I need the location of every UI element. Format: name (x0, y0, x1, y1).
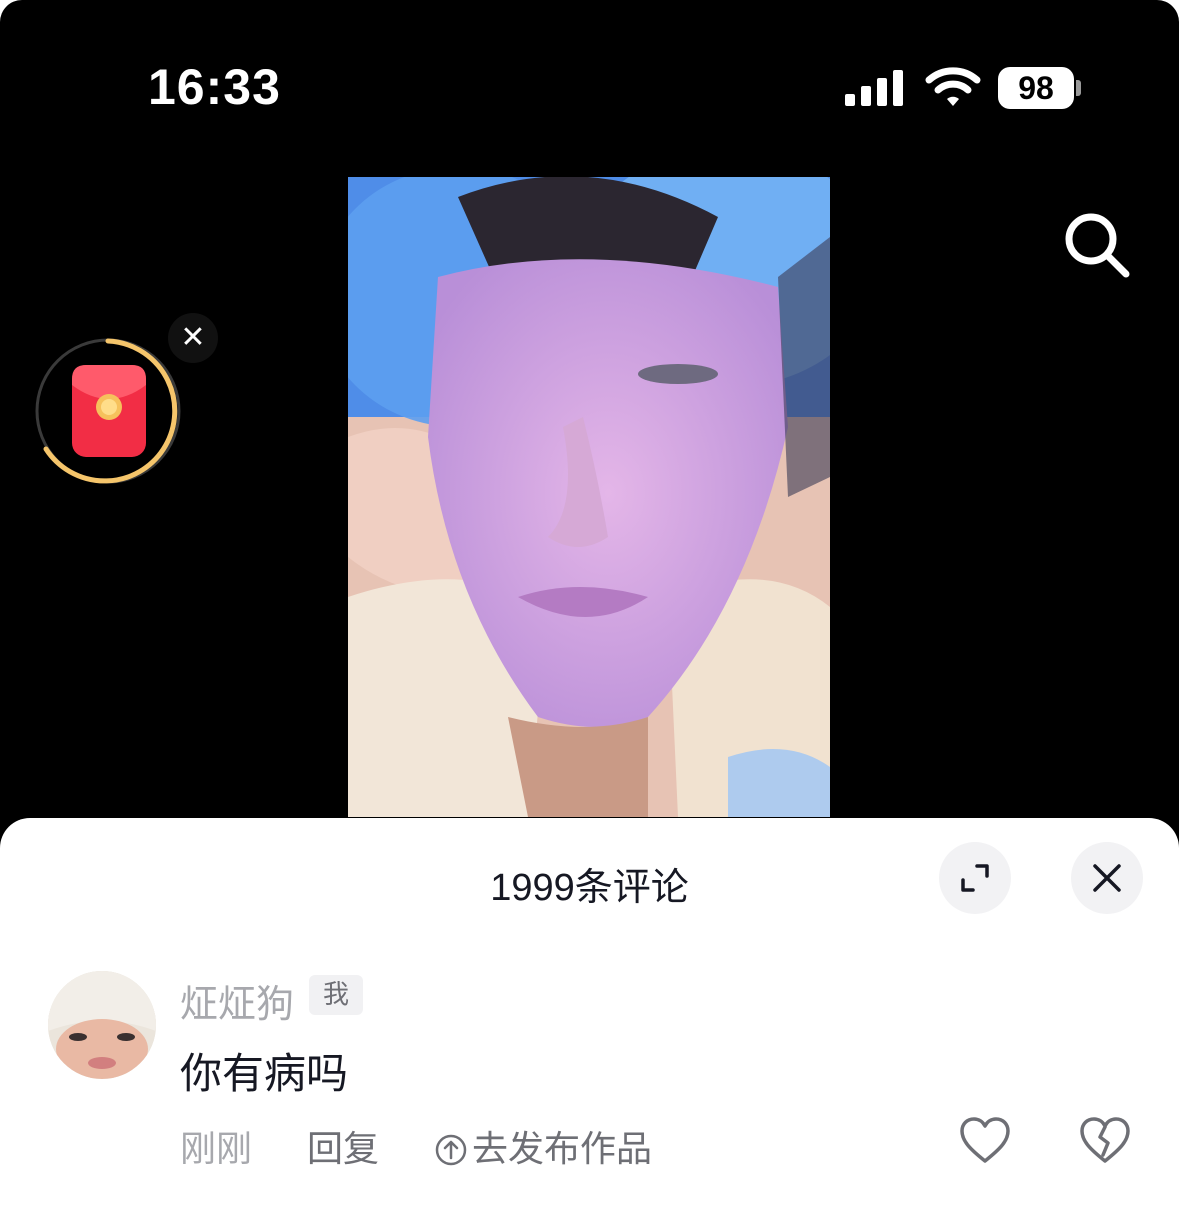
heart-icon[interactable] (958, 1115, 1012, 1165)
comment-username[interactable]: 炡炡狗 (180, 973, 294, 1028)
close-icon (1093, 864, 1121, 892)
reply-button[interactable]: 回复 (307, 1120, 379, 1172)
search-icon[interactable] (1062, 210, 1132, 280)
battery-indicator: 98 (998, 67, 1074, 109)
expand-button[interactable] (939, 842, 1011, 914)
author-me-badge: 我 (309, 975, 363, 1015)
close-icon[interactable]: ✕ (168, 313, 218, 363)
video-frame (348, 177, 830, 817)
video-image (348, 177, 830, 817)
avatar-image (48, 971, 156, 1079)
comment-text[interactable]: 你有病吗 (180, 1040, 348, 1101)
broken-heart-icon[interactable] (1078, 1115, 1132, 1165)
wifi-icon (925, 67, 981, 106)
video-player[interactable]: 16:33 98 ✕ (0, 0, 1179, 860)
publish-works-link[interactable]: 去发布作品 (434, 1120, 652, 1172)
cellular-signal-icon (845, 70, 903, 106)
red-envelope-icon[interactable] (34, 337, 182, 485)
avatar[interactable] (48, 971, 156, 1079)
publish-works-label: 去发布作品 (472, 1129, 653, 1170)
screen: 16:33 98 ✕ 1999条评论 炡炡狗 我 你有病吗 刚刚 回复 去发布作… (0, 0, 1179, 1205)
status-time: 16:33 (148, 59, 281, 115)
expand-icon (961, 864, 989, 892)
comment-time: 刚刚 (180, 1129, 253, 1170)
close-comments-button[interactable] (1071, 842, 1143, 914)
comments-sheet: 1999条评论 炡炡狗 我 你有病吗 刚刚 回复 去发布作品 (0, 818, 1179, 1205)
battery-tip (1076, 80, 1081, 96)
upload-arrow-icon (435, 1134, 467, 1166)
